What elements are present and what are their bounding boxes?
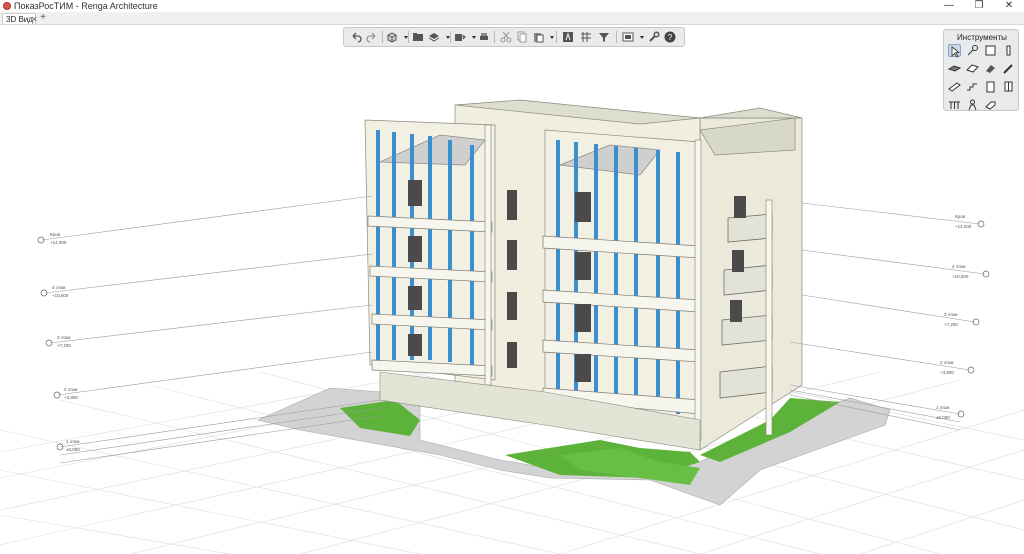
column-icon[interactable] [1002,44,1015,57]
level-mark: +3,800 [64,395,78,400]
level-mark: +7,200 [57,343,71,348]
level-mark: +10,600 [52,293,69,298]
tab-bar: 3D Вид ✕ + [0,12,1024,25]
level-mark: ±0,000 [936,415,950,420]
undo-icon[interactable] [350,31,362,43]
tools-panel: Инструменты [943,29,1019,111]
ramp-icon[interactable] [984,98,997,111]
stair-icon[interactable] [966,80,979,93]
select-icon[interactable] [948,44,961,58]
wall-icon[interactable] [984,44,997,57]
level-label: 4 этаж [952,264,965,269]
layers-icon[interactable] [428,31,440,43]
print-icon[interactable] [478,31,490,43]
svg-text:?: ? [668,33,673,42]
dropdown-icon[interactable] [400,31,408,43]
window-icon[interactable] [1002,80,1015,93]
wrench-icon[interactable] [648,31,660,43]
close-window-button[interactable]: ✕ [994,0,1024,12]
app-logo-icon [3,2,11,10]
3d-viewport[interactable]: Кров +14,000 4 этаж +10,600 3 этаж +7,20… [0,25,1024,554]
copy-icon[interactable] [516,31,528,43]
folder-icon[interactable] [412,31,424,43]
pencil-icon[interactable] [1002,62,1015,75]
export-icon[interactable] [454,31,466,43]
level-label: Кров [955,214,966,219]
slab-icon[interactable] [948,62,961,75]
tab-3d-view[interactable]: 3D Вид ✕ [2,13,38,25]
dropdown-icon[interactable] [468,31,476,43]
level-label: Кров [50,232,61,237]
level-mark: +7,200 [944,322,958,327]
tools-panel-title: Инструменты [957,33,1007,42]
level-label: 1 этаж [66,439,79,444]
level-mark: +10,600 [952,274,969,279]
axis-icon[interactable] [966,44,979,57]
level-label: 1 этаж [936,405,949,410]
redo-icon[interactable] [366,31,378,43]
minimize-button[interactable]: — [934,0,964,12]
add-tab-button[interactable]: + [38,13,48,24]
main-toolbar: ? [343,27,685,47]
railing-icon[interactable] [948,98,961,111]
visibility-icon[interactable] [622,31,634,43]
title-bar: ПоказРосТИМ - Renga Architecture — ❐ ✕ [0,0,1024,12]
text-icon[interactable] [562,31,574,43]
level-mark: ±0,000 [66,447,80,452]
tab-close-icon[interactable]: ✕ [31,14,38,25]
cut-icon[interactable] [500,31,512,43]
eraser-icon[interactable] [984,62,997,75]
dropdown-icon[interactable] [442,31,450,43]
level-label: 3 этаж [944,312,957,317]
dropdown-icon[interactable] [636,31,644,43]
level-label: 4 этаж [52,285,65,290]
beam-icon[interactable] [948,80,961,93]
door-icon[interactable] [984,80,997,93]
roof-icon[interactable] [966,62,979,75]
filter-icon[interactable] [598,31,610,43]
level-label: 2 этаж [940,360,953,365]
help-icon[interactable]: ? [664,31,676,43]
equipment-icon[interactable] [966,98,979,111]
level-label: 2 этаж [64,387,77,392]
maximize-button[interactable]: ❐ [964,0,994,12]
level-mark: +3,800 [940,370,954,375]
dropdown-icon[interactable] [546,31,554,43]
paste-icon[interactable] [532,31,544,43]
grid-icon[interactable] [580,31,592,43]
level-mark: +14,000 [955,224,972,229]
window-title: ПоказРосТИМ - Renga Architecture [14,1,158,11]
view-cube-icon[interactable] [386,31,398,43]
level-label: 3 этаж [57,335,70,340]
level-mark: +14,000 [50,240,67,245]
building-model-scene[interactable]: Кров +14,000 4 этаж +10,600 3 этаж +7,20… [0,25,1024,554]
tab-label: 3D Вид [6,15,33,24]
